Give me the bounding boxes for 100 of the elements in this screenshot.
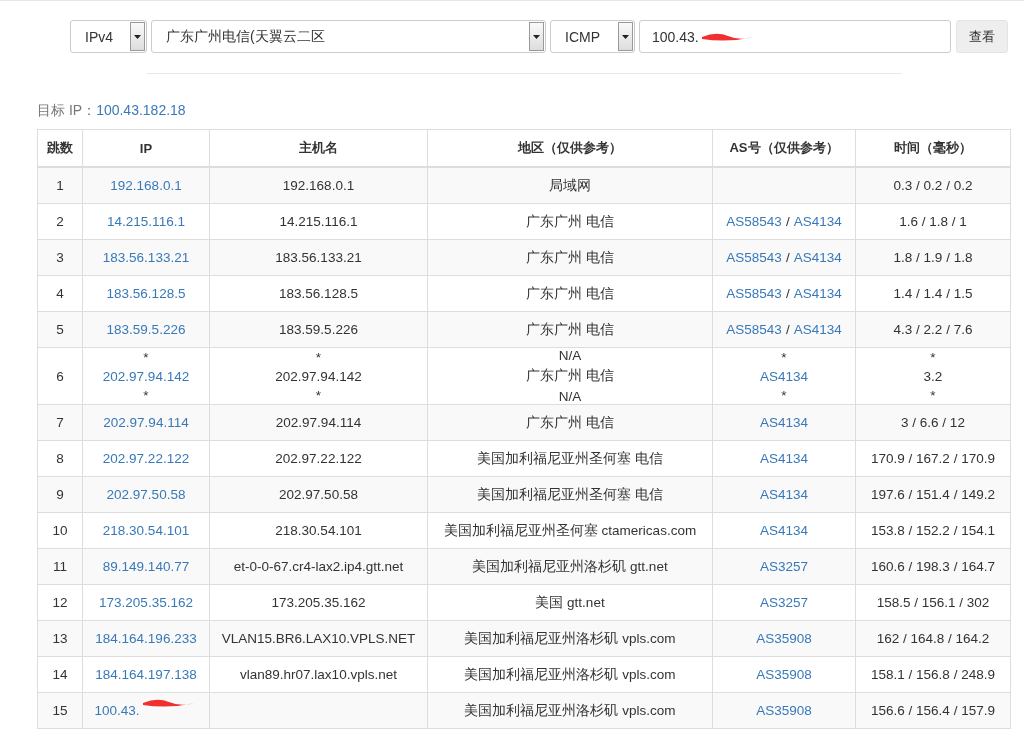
hostname-text: 192.168.0.1: [282, 178, 355, 193]
dropdown-caret-icon[interactable]: [618, 22, 633, 51]
region-text: N/A: [558, 389, 582, 404]
hostname-text: 173.205.35.162: [271, 595, 366, 610]
region-text: N/A: [558, 348, 582, 363]
hop-cell: 1: [37, 167, 83, 204]
hostname-text: 202.97.94.114: [275, 415, 362, 430]
hop-cell: 8: [37, 440, 83, 477]
method-select[interactable]: ICMP: [550, 20, 635, 53]
region-text: 美国加利福尼亚州洛杉矶 vpls.com: [464, 665, 676, 684]
region-text: 美国加利福尼亚州洛杉矶 vpls.com: [464, 629, 676, 648]
dropdown-caret-icon[interactable]: [529, 22, 544, 51]
hop-cell: 9: [37, 476, 83, 513]
as-link[interactable]: AS4134: [793, 250, 842, 265]
region-text: 美国加利福尼亚州洛杉矶 vpls.com: [464, 701, 676, 720]
hostname-text: *: [315, 387, 322, 403]
ip-link[interactable]: 100.43.: [94, 703, 140, 718]
query-button[interactable]: 查看: [956, 20, 1008, 53]
target-ip-value: 100.43.182.18: [96, 102, 186, 120]
latency-text: 3.2: [923, 368, 943, 384]
latency-text: 156.6 / 156.4 / 157.9: [871, 703, 995, 718]
latency-text: 160.6 / 198.3 / 164.7: [871, 559, 995, 574]
node-select[interactable]: 广东广州电信(天翼云二区: [151, 20, 546, 53]
hop-cell: 4: [37, 275, 83, 312]
hop-cell: 6: [37, 347, 83, 405]
hostname-text: 14.215.116.1: [279, 214, 358, 229]
latency-text: 0.3 / 0.2 / 0.2: [893, 178, 973, 193]
as-link[interactable]: *: [781, 387, 787, 403]
region-text: 美国加利福尼亚州圣何塞 电信: [477, 485, 663, 504]
latency-text: *: [930, 349, 936, 365]
hostname-text: 202.97.50.58: [279, 487, 358, 502]
target-ip-label: 目标 IP：: [37, 102, 97, 120]
region-text: 广东广州 电信: [526, 248, 614, 267]
region-text: 美国 gtt.net: [535, 593, 605, 612]
hop-cell: 13: [37, 620, 83, 657]
hop-cell: 7: [37, 404, 83, 441]
latency-text: 153.8 / 152.2 / 154.1: [871, 523, 995, 538]
hostname-text: *: [315, 349, 322, 365]
latency-text: *: [930, 387, 936, 403]
latency-text: 1.6 / 1.8 / 1: [899, 214, 967, 229]
ip-link[interactable]: *: [143, 349, 149, 365]
separator-text: /: [785, 214, 790, 229]
latency-text: 170.9 / 167.2 / 170.9: [871, 451, 995, 466]
latency-text: 197.6 / 151.4 / 149.2: [871, 487, 995, 502]
dropdown-caret-icon[interactable]: [130, 22, 145, 51]
ip-link[interactable]: 202.97.94.142: [102, 368, 190, 384]
hostname-text: 183.56.128.5: [279, 286, 358, 301]
hop-cell: 10: [37, 512, 83, 549]
latency-text: 1.8 / 1.9 / 1.8: [893, 250, 973, 265]
hostname-text: 218.30.54.101: [275, 523, 362, 538]
hop-cell: 12: [37, 584, 83, 621]
ip-link[interactable]: *: [143, 387, 149, 403]
latency-text: 1.4 / 1.4 / 1.5: [893, 286, 973, 301]
as-link[interactable]: AS58543: [726, 250, 782, 265]
hostname-text: 202.97.22.122: [275, 451, 362, 466]
latency-text: 162 / 164.8 / 164.2: [876, 631, 990, 646]
target-input[interactable]: 100.43.: [639, 20, 951, 53]
hostname-text: 183.56.133.21: [275, 250, 362, 265]
latency-text: 158.5 / 156.1 / 302: [876, 595, 990, 610]
hop-cell: 2: [37, 203, 83, 240]
hostname-text: 202.97.94.142: [275, 368, 362, 384]
region-text: 广东广州 电信: [526, 212, 614, 231]
hostname-text: vlan89.hr07.lax10.vpls.net: [240, 667, 397, 682]
as-link[interactable]: AS35908: [756, 703, 812, 718]
region-text: 广东广州 电信: [526, 320, 614, 339]
latency-text: 3 / 6.6 / 12: [901, 415, 965, 430]
region-text: 广东广州 电信: [526, 413, 614, 432]
as-link[interactable]: AS4134: [759, 368, 808, 384]
separator-text: /: [785, 286, 790, 301]
hop-cell: 5: [37, 311, 83, 348]
as-link[interactable]: *: [781, 349, 787, 365]
as-link[interactable]: AS4134: [759, 523, 808, 538]
region-text: 美国加利福尼亚州洛杉矶 gtt.net: [472, 557, 668, 576]
region-text: 广东广州 电信: [526, 367, 614, 385]
as-link[interactable]: AS4134: [759, 451, 808, 466]
as-link[interactable]: AS58543: [726, 286, 782, 301]
hop-cell: 14: [37, 656, 83, 693]
as-link[interactable]: AS58543: [726, 214, 782, 229]
as-link[interactable]: AS3257: [759, 595, 808, 610]
as-link[interactable]: AS4134: [793, 286, 842, 301]
hostname-text: 183.59.5.226: [279, 322, 358, 337]
as-link[interactable]: AS35908: [756, 631, 812, 646]
as-link[interactable]: AS4134: [793, 214, 842, 229]
separator-text: /: [785, 322, 790, 337]
region-text: 美国加利福尼亚州圣何塞 ctamericas.com: [443, 521, 697, 540]
protocol-select[interactable]: IPv4: [70, 20, 147, 53]
region-text: 美国加利福尼亚州圣何塞 电信: [477, 449, 663, 468]
region-text: 广东广州 电信: [526, 284, 614, 303]
latency-text: 4.3 / 2.2 / 7.6: [893, 322, 973, 337]
latency-text: 158.1 / 156.8 / 248.9: [871, 667, 995, 682]
separator-text: /: [785, 250, 790, 265]
hostname-text: VLAN15.BR6.LAX10.VPLS.NET: [221, 631, 416, 646]
hop-cell: 15: [37, 692, 83, 729]
hostname-text: et-0-0-67.cr4-lax2.ip4.gtt.net: [233, 559, 404, 574]
as-link[interactable]: AS35908: [756, 667, 812, 682]
as-link[interactable]: AS4134: [759, 415, 808, 430]
as-link[interactable]: AS4134: [793, 322, 842, 337]
as-link[interactable]: AS58543: [726, 322, 782, 337]
as-link[interactable]: AS3257: [759, 559, 808, 574]
as-link[interactable]: AS4134: [759, 487, 808, 502]
